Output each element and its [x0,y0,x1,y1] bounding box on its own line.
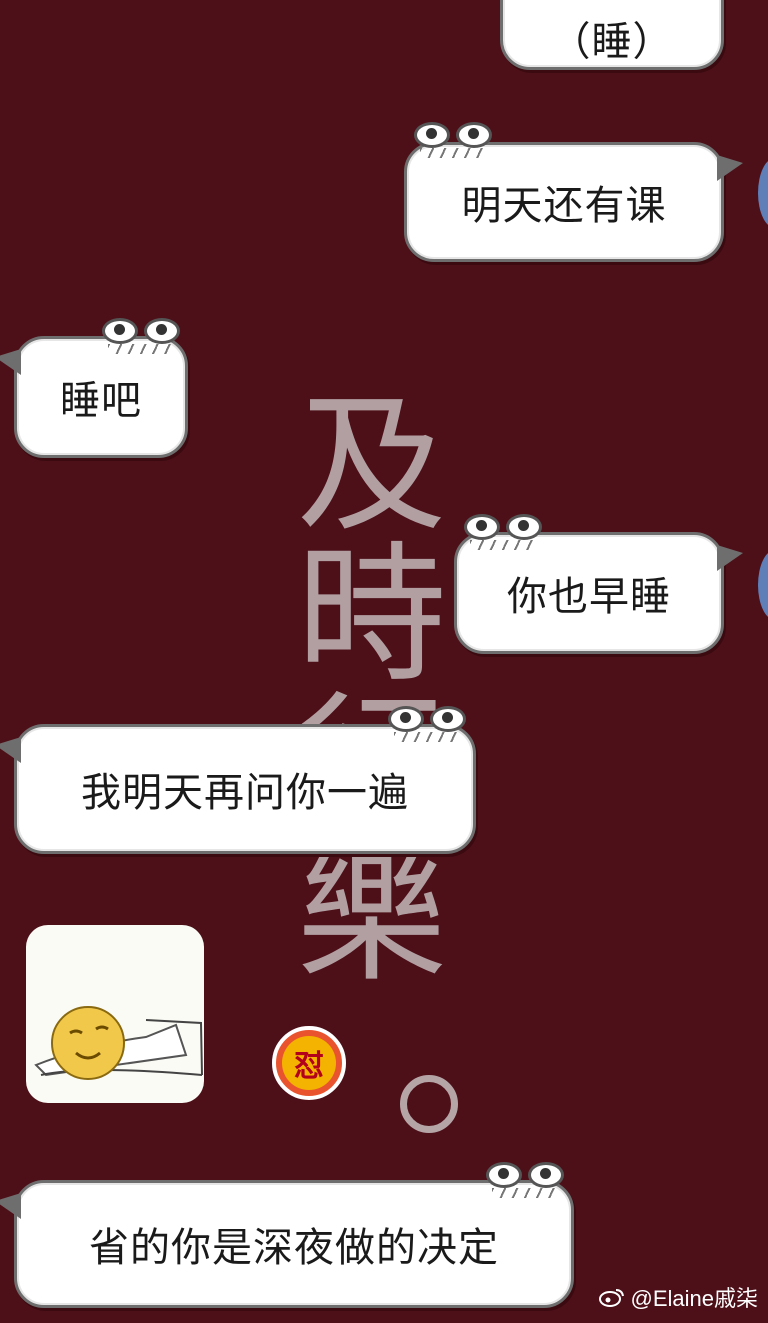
message-text: （睡） [550,18,674,65]
message-bubble-right[interactable]: （睡） [500,0,724,70]
watermark-text: @Elaine戚柒 [630,1286,759,1311]
reaction-badge[interactable]: 怼 [272,1026,346,1100]
weibo-icon [598,1289,624,1307]
message-text: 你也早睡 [507,574,671,620]
bubble-eyes-decoration [486,1162,564,1206]
message-text: 睡吧 [60,378,142,424]
watermark: @Elaine戚柒 [598,1281,759,1313]
bubble-eyes-decoration [388,706,466,750]
message-text: 明天还有课 [461,183,667,229]
avatar-edge[interactable] [758,550,768,620]
bubble-eyes-decoration [464,514,542,558]
message-text: 我明天再问你一遍 [81,770,409,816]
wallpaper-circle-mark [400,1075,458,1133]
message-text: 省的你是深夜做的决定 [89,1225,499,1271]
bubble-eyes-decoration [102,318,180,362]
sleeping-smiley-sticker[interactable] [26,925,204,1103]
badge-text: 怼 [282,1036,336,1090]
bubble-eyes-decoration [414,122,492,166]
avatar-edge[interactable] [758,158,768,228]
